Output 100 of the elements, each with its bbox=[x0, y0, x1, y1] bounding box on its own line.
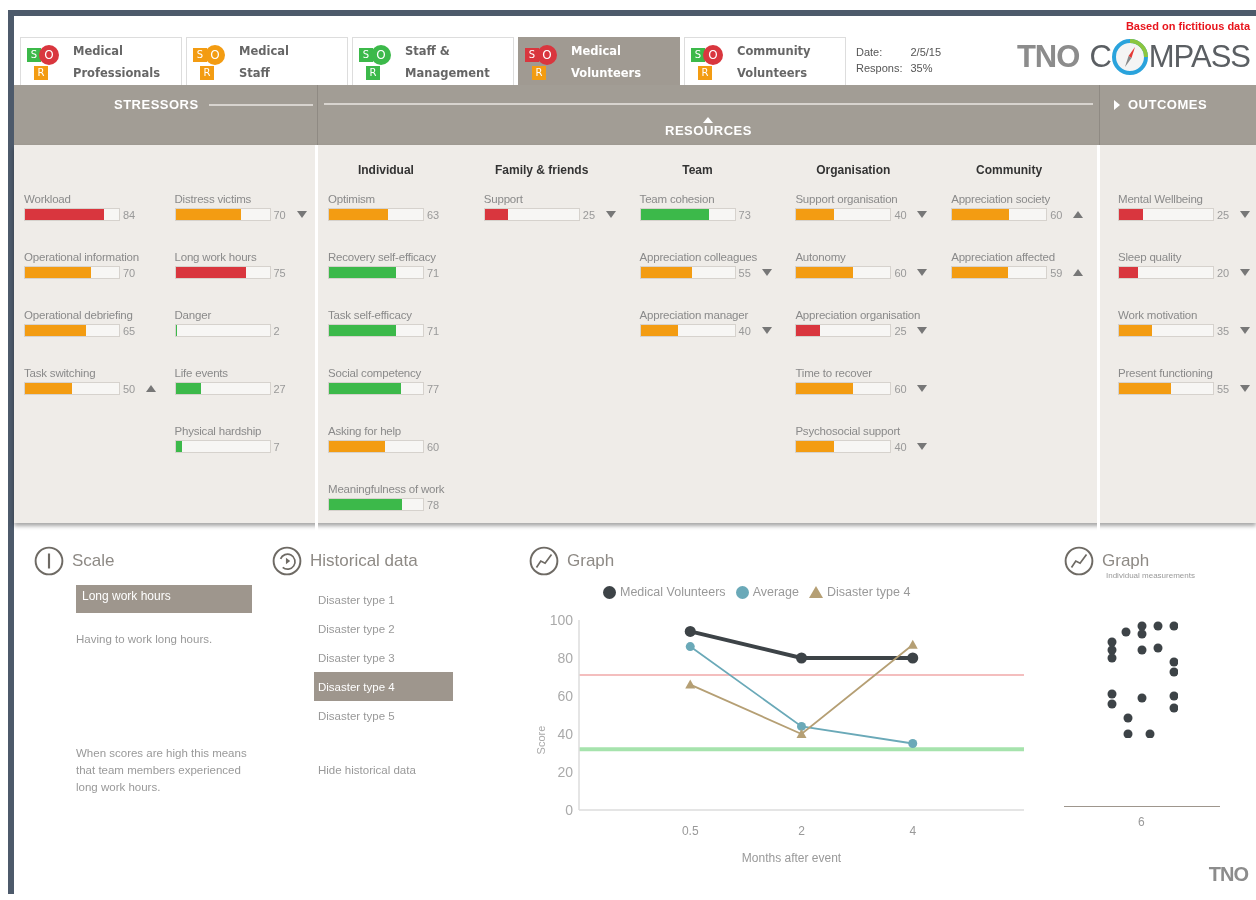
indicator-label: Sleep quality bbox=[1118, 251, 1183, 263]
status-circle: O bbox=[703, 44, 723, 65]
logo-text: TNO bbox=[1208, 863, 1248, 886]
x-tick-label: 4 bbox=[909, 824, 917, 838]
disaster-type-item[interactable]: Disaster type 2 bbox=[314, 614, 453, 643]
indicator-label: Support bbox=[483, 193, 524, 205]
disaster-type-item[interactable]: Disaster type 5 bbox=[314, 701, 453, 730]
indicator-label: Distress victims bbox=[174, 193, 253, 205]
group-tab[interactable]: S O R Medical Staff bbox=[186, 37, 348, 85]
status-circle: O bbox=[39, 44, 59, 65]
score-value: 40 bbox=[894, 440, 908, 453]
score-value: 25 bbox=[894, 324, 908, 337]
group-heading: Community bbox=[975, 163, 1044, 179]
score-value: 25 bbox=[1217, 208, 1231, 221]
group-tab[interactable]: S O R Medical Professionals bbox=[20, 37, 182, 85]
indicator-label: Appreciation manager bbox=[639, 309, 750, 321]
score-value: 73 bbox=[738, 208, 752, 221]
indicator-label: Danger bbox=[174, 309, 213, 321]
score-value: 63 bbox=[427, 208, 441, 221]
score-value: 77 bbox=[427, 382, 441, 395]
score-value: 55 bbox=[738, 266, 752, 279]
y-tick-label: 20 bbox=[557, 764, 573, 780]
indicator-label: Time to recover bbox=[795, 367, 873, 379]
score-value: 75 bbox=[273, 266, 287, 279]
group-tab[interactable]: S O R Staff & Management bbox=[352, 37, 514, 85]
indicator-label: Social competency bbox=[328, 367, 423, 379]
legend-label: Medical Volunteers bbox=[620, 585, 726, 599]
score-value: 60 bbox=[1050, 208, 1064, 221]
score-value: 40 bbox=[738, 324, 752, 337]
group-tab[interactable]: S O R Medical Volunteers bbox=[518, 37, 680, 85]
indicator-label: Workload bbox=[24, 193, 72, 205]
indicator-label: Appreciation society bbox=[951, 193, 1052, 205]
logo-text: TNO bbox=[1016, 39, 1080, 75]
group-tab[interactable]: S O R Community Volunteers bbox=[684, 37, 846, 85]
indicator-label: Life events bbox=[174, 367, 229, 379]
score-value: 70 bbox=[273, 208, 287, 221]
score-value: 78 bbox=[427, 498, 441, 511]
section-title: RESOURCES bbox=[665, 123, 752, 138]
indicator-label: Physical hardship bbox=[174, 425, 263, 437]
logo-text: MPASS bbox=[1148, 39, 1250, 75]
y-tick-label: 60 bbox=[557, 688, 573, 704]
disclaimer-text: Based on fictitious data bbox=[1125, 20, 1250, 32]
score-value: 70 bbox=[123, 266, 137, 279]
status-square: R bbox=[34, 65, 48, 80]
section-heading: Graph bbox=[1102, 551, 1150, 571]
status-square: S bbox=[27, 47, 41, 62]
indicator-label: Psychosocial support bbox=[795, 425, 902, 437]
indicator-label: Asking for help bbox=[328, 425, 403, 437]
score-value: 50 bbox=[123, 382, 137, 395]
indicator-label: Operational debriefing bbox=[24, 309, 134, 321]
logo-text: C bbox=[1089, 39, 1111, 75]
scale-description: Having to work long hours. bbox=[76, 633, 214, 645]
line-chart-icon bbox=[529, 546, 559, 576]
status-circle: O bbox=[205, 44, 225, 65]
info-icon bbox=[34, 546, 64, 576]
indicator-label: Meaningfulness of work bbox=[328, 483, 446, 495]
compass-icon bbox=[1110, 38, 1149, 76]
hide-historical-link[interactable]: Hide historical data bbox=[314, 764, 529, 776]
y-tick-label: 100 bbox=[549, 612, 573, 628]
scale-note: When scores are high this means that team members experienced long work hours. bbox=[76, 746, 248, 795]
graph-subtitle: Individual measurements bbox=[1106, 571, 1196, 580]
score-value: 59 bbox=[1050, 266, 1064, 279]
indicator-label: Appreciation affected bbox=[951, 251, 1056, 263]
status-square: R bbox=[200, 65, 214, 80]
data-point bbox=[684, 625, 696, 637]
score-value: 40 bbox=[894, 208, 908, 221]
data-point bbox=[908, 739, 918, 748]
group-heading: Organisation bbox=[815, 163, 892, 179]
up-triangle-icon bbox=[703, 117, 714, 123]
data-point bbox=[685, 642, 695, 652]
indicator-label: Present functioning bbox=[1118, 367, 1214, 379]
score-value: 27 bbox=[273, 382, 287, 395]
x-tick-label: 2 bbox=[798, 824, 805, 838]
y-tick-label: 80 bbox=[557, 650, 573, 666]
line-chart-icon bbox=[1064, 546, 1094, 576]
status-circle: O bbox=[371, 44, 391, 65]
group-heading: Family & friends bbox=[494, 163, 590, 179]
selected-scale-label: Long work hours bbox=[76, 585, 252, 613]
status-square: S bbox=[691, 47, 705, 62]
group-heading: Team bbox=[681, 163, 714, 179]
legend-label: Disaster type 4 bbox=[826, 585, 911, 599]
info-label: Date: bbox=[856, 45, 884, 58]
section-heading: Graph bbox=[567, 551, 615, 571]
data-point bbox=[685, 679, 696, 689]
status-square: R bbox=[532, 65, 546, 80]
info-value: 2/5/15 bbox=[910, 45, 942, 58]
status-square: R bbox=[366, 65, 380, 80]
disaster-type-item[interactable]: Disaster type 3 bbox=[314, 643, 453, 672]
section-heading: Scale bbox=[72, 551, 115, 571]
right-triangle-icon bbox=[1114, 100, 1120, 110]
indicator-label: Team cohesion bbox=[639, 193, 716, 205]
disaster-type-item[interactable]: Disaster type 1 bbox=[314, 585, 453, 614]
x-tick-label: 0.5 bbox=[681, 824, 699, 838]
score-value: 60 bbox=[427, 440, 441, 453]
score-value: 35 bbox=[1217, 324, 1231, 337]
score-value: 20 bbox=[1217, 266, 1231, 279]
status-square: S bbox=[525, 47, 539, 62]
data-point bbox=[907, 639, 918, 649]
score-value: 84 bbox=[123, 208, 137, 221]
disaster-type-item[interactable]: Disaster type 4 bbox=[314, 672, 453, 701]
